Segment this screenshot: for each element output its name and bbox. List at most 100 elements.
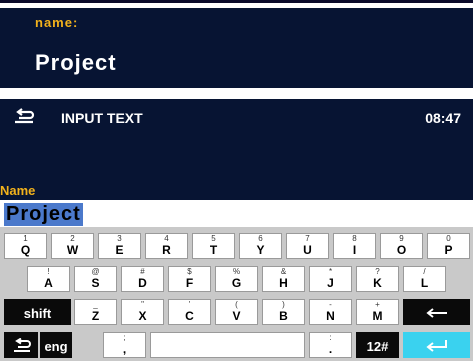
key-e[interactable]: 3E — [98, 233, 141, 259]
back-key[interactable] — [4, 332, 38, 358]
numsym-key-label: 12# — [366, 339, 389, 354]
key-primary-label: N — [326, 309, 335, 323]
space-key[interactable] — [150, 332, 305, 358]
back-arrow-icon — [14, 338, 31, 352]
key-w[interactable]: 2W — [51, 233, 94, 259]
text-field[interactable]: Project — [0, 200, 473, 227]
key-secondary-label: - — [329, 300, 332, 309]
screen-header: INPUT TEXT 08:47 Name — [0, 99, 473, 200]
key-primary-label: C — [185, 309, 194, 323]
key-primary-label: , — [122, 342, 127, 356]
key-primary-label: O — [396, 243, 407, 257]
key-primary-label: H — [279, 276, 288, 290]
key-secondary-label: & — [280, 267, 287, 276]
key-secondary-label: / — [423, 267, 426, 276]
key-primary-label: V — [232, 309, 241, 323]
key-n[interactable]: -N — [309, 299, 352, 325]
key-r[interactable]: 4R — [145, 233, 188, 259]
key-q[interactable]: 1Q — [4, 233, 47, 259]
enter-icon — [426, 340, 447, 352]
key-secondary-label: ' — [188, 300, 191, 309]
key-secondary-label: : — [329, 333, 332, 342]
key-secondary-label: ( — [235, 300, 238, 309]
key-k[interactable]: ? K — [356, 266, 399, 292]
key-a[interactable]: ! A — [27, 266, 70, 292]
backspace-arrow-icon — [426, 308, 447, 318]
key-j[interactable]: * J — [309, 266, 352, 292]
key-primary-label: D — [138, 276, 147, 290]
key-primary-label: Z — [91, 309, 100, 323]
key-secondary-label: 5 — [211, 234, 216, 243]
key-primary-label: F — [185, 276, 194, 290]
key-secondary-label: % — [232, 267, 241, 276]
key-primary-label: S — [91, 276, 100, 290]
key-secondary-label: 4 — [164, 234, 169, 243]
key-primary-label: W — [66, 243, 79, 257]
key-i[interactable]: 8I — [333, 233, 376, 259]
enter-key[interactable] — [403, 332, 470, 358]
key-primary-label: E — [115, 243, 124, 257]
key-comma[interactable]: ;, — [103, 332, 146, 358]
key-primary-label: B — [279, 309, 288, 323]
preview-panel: name: Project — [0, 8, 473, 88]
language-key[interactable]: eng — [40, 332, 72, 358]
key-secondary-label: ! — [47, 267, 50, 276]
key-secondary-label: ) — [282, 300, 285, 309]
backspace-key[interactable] — [403, 299, 470, 325]
key-u[interactable]: 7U — [286, 233, 329, 259]
key-secondary-label: 7 — [305, 234, 310, 243]
key-secondary-label: $ — [187, 267, 192, 276]
key-secondary-label: # — [140, 267, 145, 276]
top-divider — [0, 0, 473, 3]
key-primary-label: U — [303, 243, 312, 257]
key-p[interactable]: 0P — [427, 233, 470, 259]
shift-key-label: shift — [23, 306, 52, 321]
key-period[interactable]: :. — [309, 332, 352, 358]
key-c[interactable]: ' C — [168, 299, 211, 325]
key-z[interactable]: _ Z — [74, 299, 117, 325]
key-primary-label: Y — [256, 243, 265, 257]
key-primary-label: G — [231, 276, 242, 290]
key-l[interactable]: / L — [403, 266, 446, 292]
field-label: Name — [0, 183, 36, 198]
key-secondary-label: 1 — [23, 234, 28, 243]
text-field-value[interactable]: Project — [4, 203, 83, 226]
key-primary-label: M — [372, 309, 383, 323]
key-secondary-label: ; — [123, 333, 126, 342]
key-t[interactable]: 5T — [192, 233, 235, 259]
key-secondary-label: 2 — [70, 234, 75, 243]
clock: 08:47 — [425, 110, 461, 126]
key-secondary-label: + — [375, 300, 380, 309]
key-primary-label: K — [373, 276, 382, 290]
key-primary-label: T — [209, 243, 218, 257]
key-secondary-label: * — [328, 267, 333, 276]
key-secondary-label: 6 — [258, 234, 263, 243]
key-y[interactable]: 6Y — [239, 233, 282, 259]
key-h[interactable]: & H — [262, 266, 305, 292]
key-secondary-label: ? — [375, 267, 380, 276]
shift-key[interactable]: shift — [4, 299, 71, 325]
key-primary-label: A — [44, 276, 53, 290]
key-s[interactable]: @ S — [74, 266, 117, 292]
key-v[interactable]: (V — [215, 299, 258, 325]
key-primary-label: L — [420, 276, 429, 290]
key-f[interactable]: $ F — [168, 266, 211, 292]
key-secondary-label: _ — [93, 300, 98, 309]
back-arrow-icon[interactable] — [13, 107, 37, 125]
key-primary-label: J — [327, 276, 334, 290]
numsym-key[interactable]: 12# — [356, 332, 399, 358]
input-text-screen: INPUT TEXT 08:47 Name Project 1Q 2W 3E 4… — [0, 99, 473, 361]
key-m[interactable]: + M — [356, 299, 399, 325]
screen-title: INPUT TEXT — [61, 110, 143, 126]
key-o[interactable]: 9O — [380, 233, 423, 259]
key-primary-label: P — [444, 243, 453, 257]
key-primary-label: . — [328, 342, 333, 356]
key-secondary-label: 8 — [352, 234, 357, 243]
preview-value: Project — [35, 50, 117, 75]
key-x[interactable]: " X — [121, 299, 164, 325]
key-primary-label: X — [138, 309, 147, 323]
key-g[interactable]: % G — [215, 266, 258, 292]
key-d[interactable]: # D — [121, 266, 164, 292]
key-b[interactable]: ) B — [262, 299, 305, 325]
key-secondary-label: 9 — [399, 234, 404, 243]
